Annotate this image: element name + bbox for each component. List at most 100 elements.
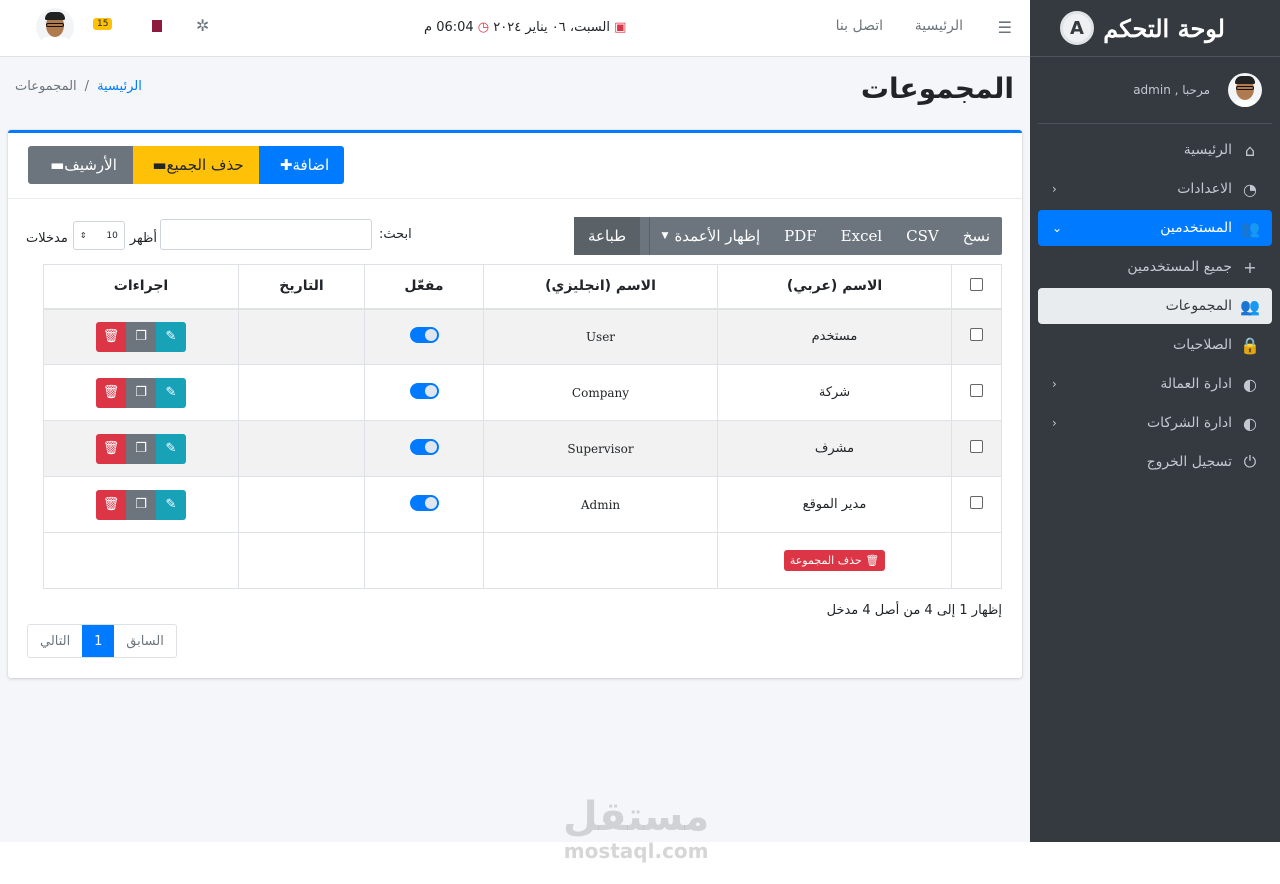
edit-icon[interactable]: ✎ bbox=[156, 321, 186, 352]
sidebar-item-groups[interactable]: 👥 المجموعات bbox=[1038, 288, 1272, 324]
row-checkbox[interactable] bbox=[970, 440, 983, 453]
copy-button[interactable]: نسخ bbox=[951, 217, 1002, 255]
delete-group-label: حذف المجموعة bbox=[789, 554, 862, 567]
select-all-checkbox[interactable] bbox=[970, 277, 983, 291]
cell-name-ar: شركة bbox=[717, 364, 952, 421]
edit-icon[interactable]: ✎ bbox=[156, 377, 186, 408]
user-plus-icon: + bbox=[1243, 257, 1257, 277]
active-toggle[interactable] bbox=[409, 438, 439, 455]
copy-icon[interactable]: ❐ bbox=[126, 377, 156, 408]
cell-active bbox=[364, 420, 484, 477]
sidebar-item-all-users[interactable]: + جميع المستخدمين bbox=[1038, 249, 1272, 285]
col-active[interactable]: مفعّل bbox=[364, 264, 484, 310]
col-date[interactable]: التاريخ bbox=[238, 264, 365, 310]
watermark-arabic: مستقل bbox=[563, 794, 710, 840]
language-flag-icon[interactable] bbox=[148, 20, 162, 32]
user-greeting: مرحبا , admin bbox=[1133, 83, 1210, 97]
next-page-button[interactable]: التالي bbox=[28, 625, 82, 657]
sidebar-item-permissions[interactable]: 🔒 الصلاحيات bbox=[1038, 327, 1272, 363]
half-circle-icon: ◐ bbox=[1243, 374, 1257, 394]
nav-link-home[interactable]: الرئيسية bbox=[915, 18, 963, 34]
add-button[interactable]: ✚ اضافة bbox=[259, 146, 344, 184]
copy-icon[interactable]: ❐ bbox=[126, 433, 156, 464]
dashboard-icon: ◔ bbox=[1243, 179, 1257, 199]
table-header-row: الاسم (عربي) الاسم (انجليزي) مفعّل التار… bbox=[43, 264, 1002, 310]
plus-icon: ✚ bbox=[279, 156, 293, 174]
export-buttons: نسخ CSV Excel PDF إظهار الأعمدة ▼ طباعة bbox=[574, 217, 1002, 255]
nav-link-contact[interactable]: اتصل بنا bbox=[836, 18, 883, 34]
copy-icon[interactable]: ❐ bbox=[126, 321, 156, 352]
col-name-ar[interactable]: الاسم (عربي) bbox=[717, 264, 952, 310]
brand-logo-icon: A bbox=[1060, 11, 1094, 45]
archive-box-icon: ▬ bbox=[152, 156, 167, 174]
col-name-en[interactable]: الاسم (انجليزي) bbox=[483, 264, 718, 310]
row-checkbox[interactable] bbox=[970, 328, 983, 342]
sidebar-item-label: الرئيسية bbox=[1183, 142, 1232, 158]
active-toggle[interactable] bbox=[409, 494, 439, 511]
row-select-cell bbox=[951, 420, 1002, 477]
prev-page-button[interactable]: السابق bbox=[114, 625, 176, 657]
edit-icon[interactable]: ✎ bbox=[156, 489, 186, 520]
row-checkbox[interactable] bbox=[970, 384, 983, 397]
active-toggle[interactable] bbox=[409, 382, 439, 399]
sidebar-brand[interactable]: لوحة التحكم A bbox=[1030, 0, 1280, 57]
user-panel[interactable]: مرحبا , admin bbox=[1038, 57, 1272, 124]
sidebar-item-users[interactable]: 👥 المستخدمين ⌄ bbox=[1038, 210, 1272, 246]
cell-name-en: Supervisor bbox=[483, 420, 718, 477]
cell-name-ar: مستخدم bbox=[717, 308, 952, 365]
print-button[interactable]: طباعة bbox=[574, 217, 641, 255]
table-footer-row: 🗑 حذف المجموعة bbox=[43, 532, 1002, 589]
footer-cell: 🗑 حذف المجموعة bbox=[717, 532, 952, 589]
row-checkbox[interactable] bbox=[970, 496, 983, 509]
archive-label: الأرشيف bbox=[64, 156, 117, 174]
chevron-down-icon: ⌄ bbox=[1052, 221, 1063, 235]
notification-badge[interactable]: 15 bbox=[93, 18, 113, 30]
excel-button[interactable]: Excel bbox=[829, 217, 894, 255]
page-1-button[interactable]: 1 bbox=[82, 625, 115, 657]
trash-icon[interactable]: 🗑 bbox=[96, 377, 126, 408]
entries-label: مدخلات bbox=[26, 231, 68, 246]
archive-icon: ▬ bbox=[50, 156, 65, 174]
column-visibility-button[interactable]: إظهار الأعمدة ▼ bbox=[648, 217, 773, 255]
cell-actions: ✎ ❐ 🗑 bbox=[43, 364, 239, 421]
settings-gear-icon[interactable]: ✲ bbox=[196, 16, 209, 35]
table-row: مدير الموقع Admin ✎ ❐ 🗑 bbox=[43, 476, 1002, 533]
sidebar-item-label: جميع المستخدمين bbox=[1127, 259, 1232, 275]
column-visibility-label: إظهار الأعمدة bbox=[674, 227, 761, 245]
select-all-cell bbox=[951, 264, 1002, 310]
menu-toggle-icon[interactable]: ☰ bbox=[998, 18, 1012, 37]
pdf-button[interactable]: PDF bbox=[772, 217, 829, 255]
sidebar-item-label: ادارة العمالة bbox=[1160, 376, 1232, 392]
trash-icon[interactable]: 🗑 bbox=[96, 321, 126, 352]
page-length-select[interactable]: 10 ⇕ bbox=[72, 221, 125, 250]
cell-actions: ✎ ❐ 🗑 bbox=[43, 420, 239, 477]
breadcrumb-home[interactable]: الرئيسية bbox=[97, 79, 142, 94]
cell-name-en: Company bbox=[483, 364, 718, 421]
trash-icon[interactable]: 🗑 bbox=[96, 433, 126, 464]
sidebar-item-settings[interactable]: ◔ الاعدادات ‹ bbox=[1038, 171, 1272, 207]
cell-date bbox=[238, 364, 365, 421]
delete-all-button[interactable]: ▬ حذف الجميع bbox=[133, 146, 259, 184]
groups-table: الاسم (عربي) الاسم (انجليزي) مفعّل التار… bbox=[43, 264, 1002, 589]
active-toggle[interactable] bbox=[409, 326, 439, 343]
half-circle-icon: ◐ bbox=[1243, 413, 1257, 433]
user-avatar[interactable] bbox=[36, 8, 74, 46]
copy-icon[interactable]: ❐ bbox=[126, 489, 156, 520]
sidebar-item-logout[interactable]: ⏻ تسجيل الخروج bbox=[1038, 444, 1272, 480]
trash-icon[interactable]: 🗑 bbox=[96, 489, 126, 520]
cell-active bbox=[364, 364, 484, 421]
sidebar-item-companies[interactable]: ◐ ادارة الشركات ‹ bbox=[1038, 405, 1272, 441]
groups-card: ✚ اضافة ▬ حذف الجميع ▬ الأرشيف نسخ CSV Exce… bbox=[8, 130, 1022, 678]
sidebar-item-label: المستخدمين bbox=[1160, 220, 1232, 236]
archive-button[interactable]: ▬ الأرشيف bbox=[28, 146, 133, 184]
cell-name-en: Admin bbox=[483, 476, 718, 533]
watermark: مستقل mostaql.com bbox=[563, 795, 709, 863]
chevron-left-icon: ‹ bbox=[1052, 182, 1057, 196]
sidebar-item-workers[interactable]: ◐ ادارة العمالة ‹ bbox=[1038, 366, 1272, 402]
delete-group-button[interactable]: 🗑 حذف المجموعة bbox=[783, 550, 886, 571]
sidebar-item-home[interactable]: ⌂ الرئيسية bbox=[1038, 132, 1272, 168]
csv-button[interactable]: CSV bbox=[894, 217, 951, 255]
sidebar-item-label: الاعدادات bbox=[1177, 181, 1232, 197]
edit-icon[interactable]: ✎ bbox=[156, 433, 186, 464]
search-input[interactable] bbox=[160, 219, 372, 250]
